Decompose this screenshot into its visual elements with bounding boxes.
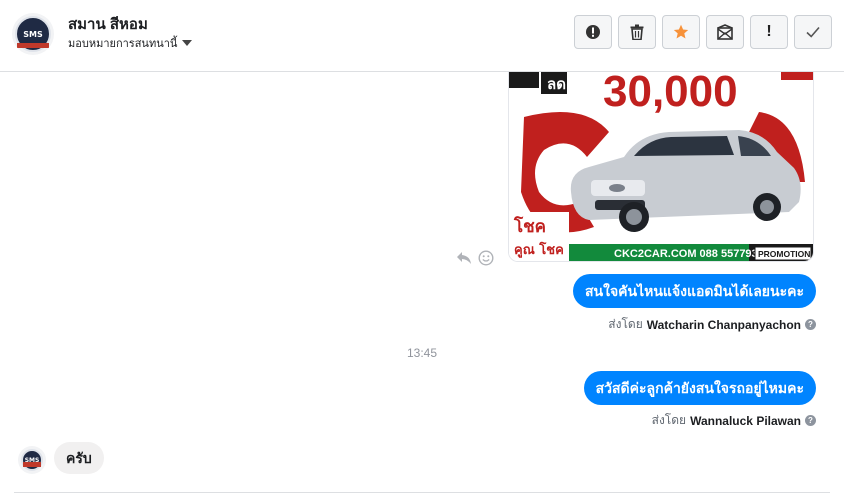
sender-name: Watcharin Chanpanyachon	[646, 317, 801, 332]
sent-by-prefix: ส่งโดย	[651, 413, 687, 427]
outgoing-message-bubble[interactable]: สวัสดีค่ะลูกค้ายังสนใจรถอยู่ไหมคะ	[583, 371, 816, 405]
promo-badge-text: PROMOTION	[758, 249, 810, 259]
outgoing-message-bubble[interactable]: สนใจคันไหนแจ้งแอดมินได้เลยนะคะ	[573, 274, 816, 308]
contact-name[interactable]: สมาน สีหอม	[68, 12, 148, 36]
emoji-react-icon[interactable]	[478, 250, 494, 266]
follow-up-button[interactable]: !	[750, 15, 788, 49]
promo-tag-text: ลด	[547, 75, 566, 93]
car-promo-image: ลด 30,000 โชค คูณ โชค CKC2CAR.COM 088 55…	[509, 72, 813, 261]
star-button[interactable]	[662, 15, 700, 49]
message-actions	[456, 250, 494, 266]
avatar-logo-text: SMS	[23, 30, 43, 40]
conversation-toolbar: !	[574, 15, 832, 49]
promo-slogan-top: โชค	[513, 216, 546, 237]
trash-icon	[630, 24, 644, 40]
conversation-header: SMS สมาน สีหอม มอบหมายการสนทนานี้ !	[0, 0, 844, 72]
check-icon	[806, 26, 820, 38]
promo-website-text: CKC2CAR.COM 088 5577932	[614, 248, 764, 260]
alert-circle-icon	[586, 25, 600, 39]
help-icon[interactable]: ?	[805, 415, 816, 426]
message-timestamp: 13:45	[406, 346, 438, 360]
assign-label: มอบหมายการสนทนานี้	[68, 38, 178, 50]
contact-avatar[interactable]: SMS	[12, 13, 54, 55]
assign-conversation-dropdown[interactable]: มอบหมายการสนทนานี้	[68, 34, 193, 52]
delete-button[interactable]	[618, 15, 656, 49]
promo-image-attachment[interactable]: ลด 30,000 โชค คูณ โชค CKC2CAR.COM 088 55…	[508, 72, 814, 262]
promo-slogan-bottom: คูณ โชค	[514, 241, 564, 258]
mark-unread-icon	[717, 24, 733, 40]
reply-icon[interactable]	[456, 251, 472, 265]
done-button[interactable]	[794, 15, 832, 49]
promo-price-text: 30,000	[603, 72, 738, 116]
sender-name: Wannaluck Pilawan	[690, 413, 801, 428]
chevron-down-icon	[182, 40, 193, 46]
sent-by-prefix: ส่งโดย	[608, 317, 643, 331]
contact-avatar-small[interactable]: SMS	[18, 446, 46, 474]
star-icon	[673, 24, 689, 39]
composer-divider	[14, 492, 830, 493]
help-icon[interactable]: ?	[805, 319, 816, 330]
sent-by-line: ส่งโดย Watcharin Chanpanyachon ?	[608, 315, 816, 334]
sent-by-line: ส่งโดย Wannaluck Pilawan ?	[652, 411, 816, 430]
spam-button[interactable]	[574, 15, 612, 49]
exclamation-icon: !	[766, 23, 772, 40]
mark-unread-button[interactable]	[706, 15, 744, 49]
incoming-message-bubble[interactable]: ครับ	[54, 442, 104, 474]
